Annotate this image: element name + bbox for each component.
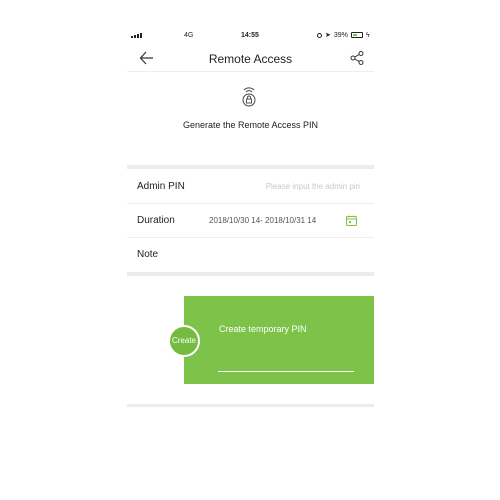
battery-icon (350, 32, 363, 38)
status-time: 14:55 (241, 32, 259, 39)
create-pin-title: Create temporary PIN (219, 324, 307, 334)
pin-underline (218, 371, 354, 372)
generate-pin-text: Generate the Remote Access PIN (182, 120, 319, 130)
duration-label: Duration (137, 215, 175, 226)
alarm-icon (317, 32, 322, 38)
battery-percent: 39% (333, 31, 348, 39)
status-bar: 4G 14:55 ➤ 39% ϟ (127, 27, 374, 45)
app-screen: 4G 14:55 ➤ 39% ϟ Remote Access Generate … (127, 27, 374, 417)
share-icon[interactable] (350, 51, 364, 65)
duration-value[interactable]: 2018/10/30 14- 2018/10/31 14 (209, 216, 316, 225)
network-type: 4G (184, 32, 194, 39)
note-row[interactable]: Note (127, 238, 374, 272)
create-button[interactable]: Create (168, 325, 200, 357)
lock-icon (242, 87, 256, 107)
page-title: Remote Access (208, 52, 293, 66)
signal-icon (131, 33, 142, 38)
bottom-divider (127, 404, 374, 407)
admin-pin-input[interactable]: Please input the admin pin (266, 182, 360, 191)
location-icon: ➤ (325, 32, 331, 39)
admin-pin-label: Admin PIN (137, 181, 185, 192)
duration-row[interactable]: Duration 2018/10/30 14- 2018/10/31 14 (127, 204, 374, 238)
note-label: Note (137, 249, 159, 260)
create-pin-card: Create temporary PIN (184, 296, 374, 384)
charging-icon: ϟ (365, 31, 370, 39)
status-indicators: ➤ 39% ϟ (317, 31, 370, 39)
section-divider (127, 165, 374, 169)
section-divider (127, 272, 374, 276)
nav-header: Remote Access (127, 45, 374, 72)
admin-pin-row[interactable]: Admin PIN Please input the admin pin (127, 170, 374, 204)
calendar-icon[interactable] (346, 215, 357, 226)
